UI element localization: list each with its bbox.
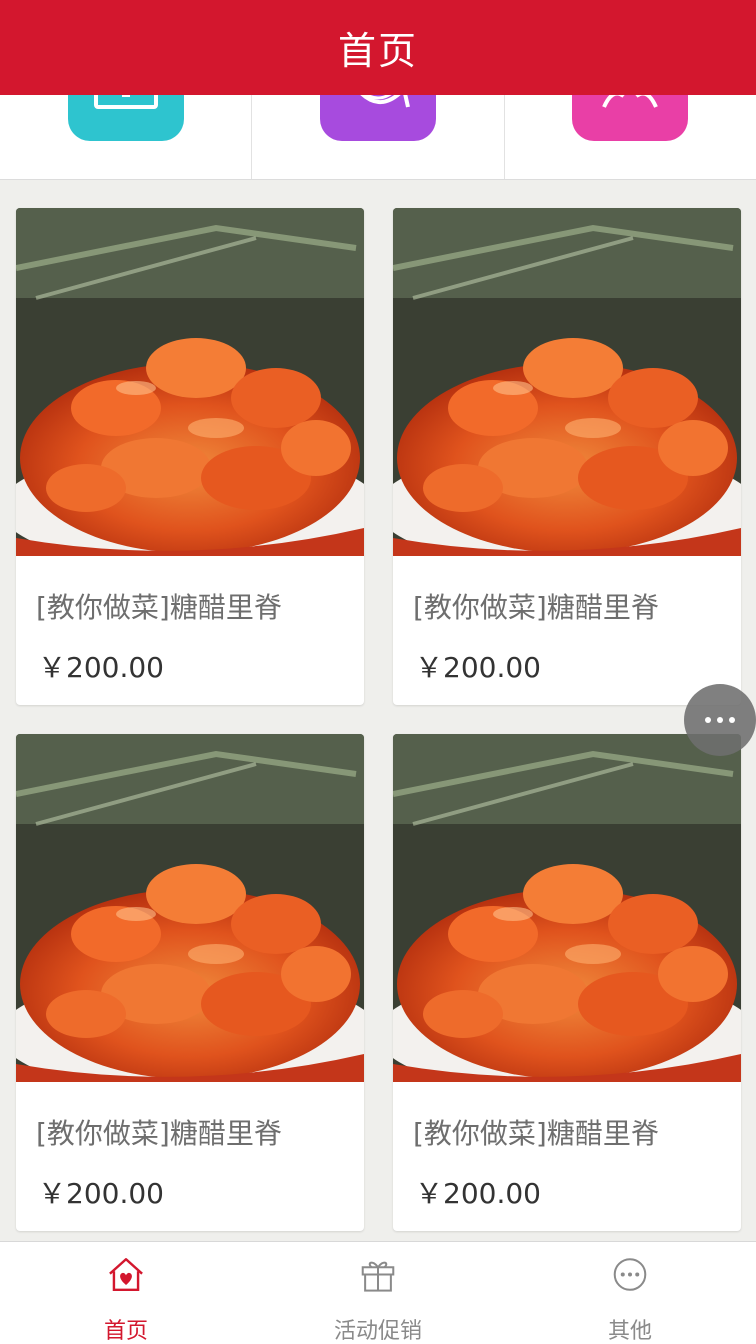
tab-label: 首页	[103, 1319, 148, 1344]
product-title: [教你做菜]糖醋里脊	[413, 591, 659, 624]
tab-other[interactable]: 其他	[504, 1242, 756, 1344]
tab-label: 其他	[607, 1319, 652, 1344]
more-circle-icon	[613, 1258, 647, 1291]
tab-promotions[interactable]: 活动促销	[252, 1242, 504, 1344]
product-card-1[interactable]: [教你做菜]糖醋里脊 ￥200.00	[16, 208, 364, 705]
product-price: ￥200.00	[38, 1177, 164, 1210]
category-strip	[0, 95, 756, 180]
bottom-tab-bar: 首页 活动促销 其他	[0, 1241, 756, 1344]
floating-more-button[interactable]	[684, 684, 756, 756]
product-photo	[393, 734, 741, 1082]
category-item-3[interactable]	[505, 95, 756, 179]
category-item-1[interactable]	[0, 95, 253, 179]
tab-label: 活动促销	[333, 1319, 422, 1344]
people-icon	[572, 95, 689, 141]
product-price: ￥200.00	[415, 651, 541, 684]
dot-icon	[729, 717, 735, 723]
category-item-2[interactable]	[252, 95, 505, 179]
app-screen: 首页 [教你做菜]糖醋里脊 ￥200.00 [教你做菜]糖醋里脊 ￥200.00…	[0, 0, 756, 1344]
product-title: [教你做菜]糖醋里脊	[36, 591, 282, 624]
product-card-2[interactable]: [教你做菜]糖醋里脊 ￥200.00	[393, 208, 741, 705]
dot-icon	[705, 717, 711, 723]
product-card-3[interactable]: [教你做菜]糖醋里脊 ￥200.00	[16, 734, 364, 1231]
product-price: ￥200.00	[415, 1177, 541, 1210]
product-title: [教你做菜]糖醋里脊	[36, 1117, 282, 1150]
product-title: [教你做菜]糖醋里脊	[413, 1117, 659, 1150]
product-photo	[393, 208, 741, 556]
chat-icon	[319, 95, 436, 141]
product-card-4[interactable]: [教你做菜]糖醋里脊 ￥200.00	[393, 734, 741, 1231]
gift-icon	[361, 1261, 395, 1292]
product-photo	[16, 734, 364, 1082]
product-price: ￥200.00	[38, 651, 164, 684]
tablet-icon	[67, 95, 184, 141]
dot-icon	[717, 717, 723, 723]
tab-home[interactable]: 首页	[0, 1242, 252, 1344]
home-heart-icon	[109, 1258, 143, 1291]
page-title: 首页	[337, 29, 418, 73]
product-photo	[16, 208, 364, 556]
app-header: 首页	[0, 0, 756, 95]
